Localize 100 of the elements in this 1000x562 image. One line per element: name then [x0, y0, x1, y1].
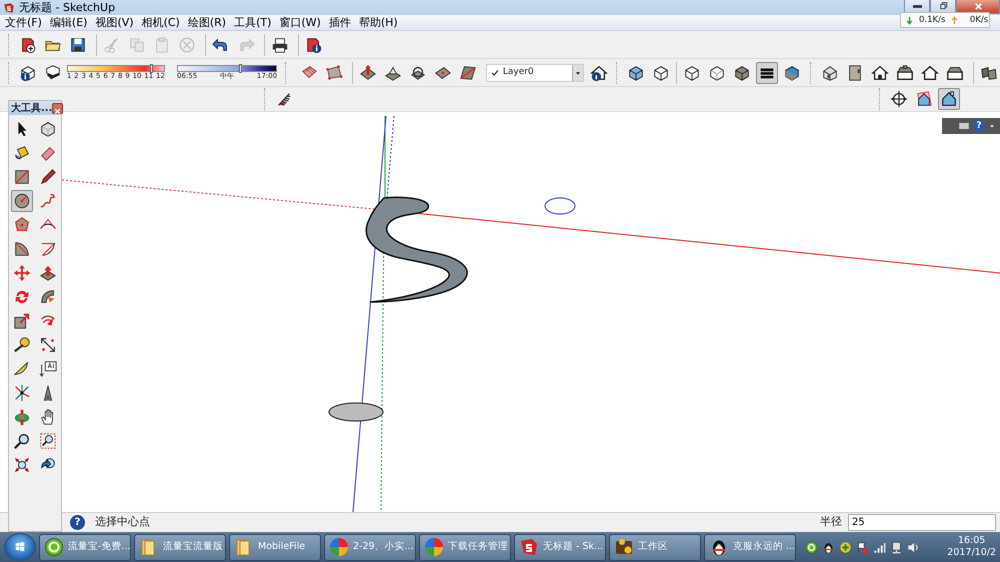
close-icon: [53, 106, 62, 116]
shadow-box-icon: [44, 64, 62, 82]
dropdown-caret-icon: [988, 122, 996, 130]
zoom-window-icon: [39, 432, 57, 450]
display-icon: [958, 120, 970, 132]
plus-circle-icon[interactable]: [839, 540, 852, 554]
outline-cube-icon: [683, 64, 702, 82]
pencil-icon: [39, 168, 57, 186]
printer-icon: [271, 36, 289, 54]
menu-item[interactable]: 工具(T): [232, 17, 278, 28]
striped-block-button[interactable]: [756, 62, 778, 84]
box-info-icon: [18, 64, 37, 82]
clipboard-icon: [153, 36, 171, 54]
ellipse-shape: [328, 402, 384, 422]
canvas-control-bar[interactable]: ?: [942, 118, 1000, 134]
status-hint: 选择中心点: [95, 514, 150, 530]
house-front-icon: [871, 64, 890, 82]
clock-time[interactable]: 16:05: [947, 535, 996, 547]
new-file-icon: [19, 36, 37, 54]
house-outline-icon: [921, 64, 940, 82]
menu-item[interactable]: 视图(V): [93, 17, 140, 28]
crosshair-icon: [890, 90, 908, 108]
copy-pages-icon: [128, 36, 146, 54]
upload-speed: 0K/s: [970, 14, 988, 26]
restore-icon: [938, 1, 948, 12]
tile-points-icon: [324, 64, 343, 82]
push-arrow-icon: [39, 264, 57, 282]
clock-date[interactable]: 2017/10/2: [947, 547, 996, 559]
help-icon[interactable]: ?: [973, 120, 985, 132]
menu-item[interactable]: 编辑(E): [48, 17, 94, 28]
network-icon[interactable]: [890, 540, 903, 554]
shaded-cube-icon: [733, 64, 752, 82]
speaker-icon[interactable]: [907, 540, 920, 554]
document-info-icon: [305, 36, 323, 54]
radius-label: 半径: [820, 514, 842, 530]
layer-name: Layer0: [502, 66, 535, 79]
minimize-icon: [912, 5, 922, 8]
arc-lines-icon: [39, 240, 57, 258]
roof-house-icon: [896, 64, 914, 82]
help-icon[interactable]: ?: [70, 515, 85, 530]
ring-logo-icon[interactable]: [805, 540, 818, 554]
chimney-house-icon: [940, 90, 958, 108]
chimney-house-button[interactable]: [938, 88, 960, 110]
circle-button[interactable]: [11, 190, 33, 212]
upload-arrow-icon: [950, 16, 960, 24]
circle-x-icon: [178, 36, 196, 54]
radius-field[interactable]: 25: [848, 514, 996, 531]
menu-item[interactable]: 插件: [326, 17, 357, 28]
diagonal-tile-icon: [458, 64, 477, 82]
start-button[interactable]: [4, 533, 36, 561]
four-arrows-button[interactable]: [11, 262, 33, 284]
magnifier-icon: [13, 432, 31, 450]
curved-shape-icon: [39, 288, 57, 306]
circle-cursor-preview: [544, 198, 576, 214]
rectangle-icon: [13, 168, 31, 186]
menu-item[interactable]: 帮助(H): [356, 17, 404, 28]
window-title: 无标题 - SketchUp: [19, 2, 116, 13]
menu-item[interactable]: 窗口(W): [277, 17, 327, 28]
layer-dropdown[interactable]: Layer0: [486, 64, 584, 82]
polygon-icon: [13, 216, 31, 234]
four-arrows-icon: [13, 264, 31, 282]
protractor-icon: [13, 360, 31, 378]
iso-house-icon: [821, 64, 840, 82]
menu-item[interactable]: 相机(C): [140, 17, 186, 28]
menu-item[interactable]: 绘图(R): [186, 17, 232, 28]
penguin-icon[interactable]: [822, 540, 835, 554]
orbit-icon: [13, 408, 31, 426]
house-info-icon: [590, 64, 608, 82]
crosshair-button[interactable]: [888, 88, 910, 110]
scale-square-icon: [13, 312, 31, 330]
paint-bucket-icon: [13, 144, 31, 162]
two-tone-cube-icon: [783, 64, 802, 82]
component-cube-icon: [39, 120, 57, 138]
wire-cube-icon: [652, 64, 670, 82]
eraser-icon: [39, 144, 57, 162]
download-arrow-icon: [905, 16, 914, 24]
download-speed: 0.1K/s: [919, 14, 946, 26]
close-icon: [972, 1, 984, 12]
month-slider[interactable]: [66, 64, 166, 72]
wallet-icon: [614, 537, 634, 557]
up-arrow-tile-icon: [358, 64, 377, 82]
menu-item[interactable]: 文件(F): [3, 17, 48, 28]
squiggle-icon: [39, 192, 57, 210]
dimension-lines-icon: [39, 336, 57, 354]
app-logo-icon: [519, 537, 539, 557]
redo-arrow-icon: [237, 36, 255, 54]
time-slider[interactable]: [177, 64, 278, 72]
flag-icon[interactable]: [856, 540, 869, 554]
pinwheel-icon: [329, 537, 349, 557]
circle-icon: [13, 192, 31, 210]
pinwheel-icon: [424, 537, 444, 557]
ring-logo-icon: [44, 537, 64, 557]
axes-icon: [13, 384, 31, 402]
toolbox-title: 大工具...: [11, 102, 52, 116]
signal-bars-icon[interactable]: [873, 540, 886, 554]
pie-shape-icon: [13, 240, 31, 258]
translucent-cube-icon: [627, 64, 646, 82]
expand-arrows-icon: [13, 456, 31, 474]
rotate-arrows-icon: [13, 288, 31, 306]
toolbox-close-button[interactable]: [52, 102, 64, 114]
